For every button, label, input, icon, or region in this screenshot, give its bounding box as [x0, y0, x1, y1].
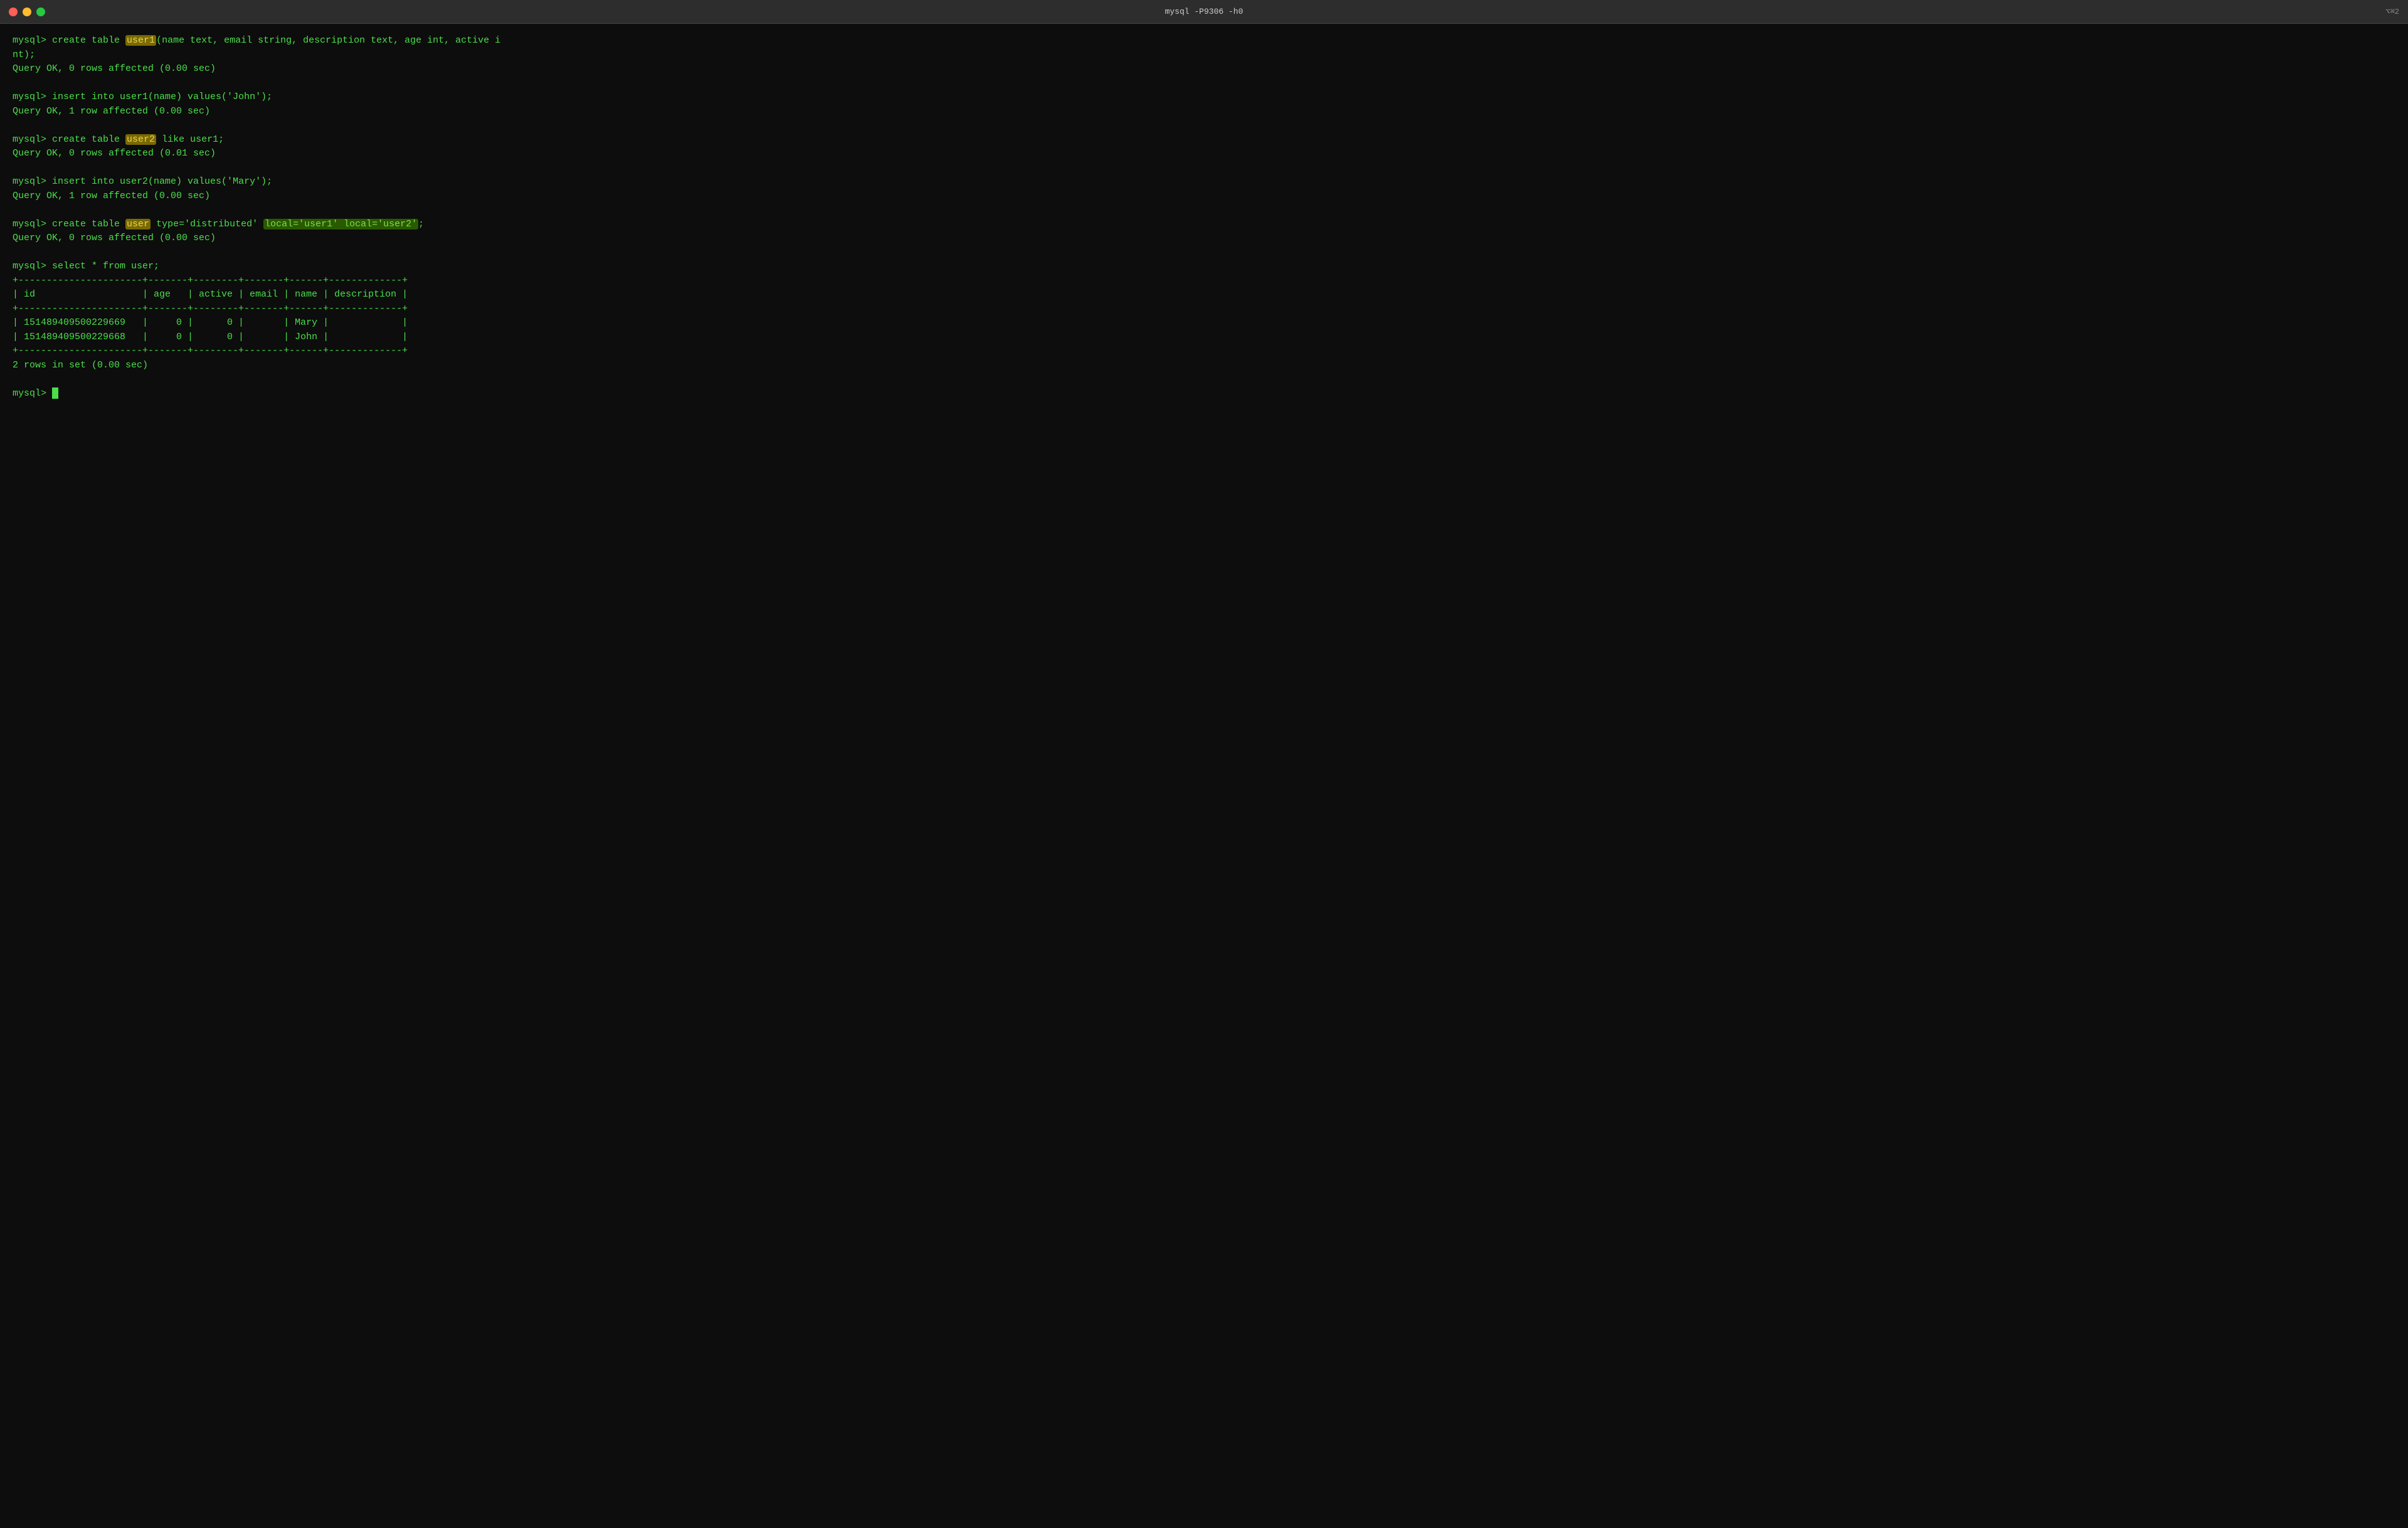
prompt: mysql>	[13, 134, 52, 145]
title-bar: mysql -P9306 -h0 ⌥⌘2	[0, 0, 2408, 24]
terminal-output: Query OK, 0 rows affected (0.01 sec)	[13, 147, 2395, 161]
terminal-line: mysql> insert into user1(name) values('J…	[13, 90, 2395, 105]
minimize-button[interactable]	[23, 8, 31, 16]
code-text: create table	[52, 219, 125, 229]
empty-line	[13, 161, 2395, 176]
empty-line	[13, 246, 2395, 260]
empty-line	[13, 119, 2395, 133]
code-text: select * from user;	[52, 261, 159, 271]
prompt: mysql>	[13, 219, 52, 229]
terminal-line: mysql> create table user type='distribut…	[13, 218, 2395, 232]
terminal-output: 2 rows in set (0.00 sec)	[13, 359, 2395, 373]
maximize-button[interactable]	[36, 8, 45, 16]
keyboard-shortcut: ⌥⌘2	[2385, 7, 2399, 16]
code-text: like user1;	[156, 134, 224, 145]
code-text: create table	[52, 35, 125, 46]
highlight-user2: user2	[125, 134, 156, 145]
terminal-body[interactable]: mysql> create table user1(name text, ema…	[0, 24, 2408, 1528]
code-text: (name text, email string, description te…	[156, 35, 500, 46]
prompt: mysql>	[13, 35, 52, 46]
code-text: insert into user1(name) values('John');	[52, 92, 272, 102]
window-controls	[9, 8, 45, 16]
terminal-output: Query OK, 1 row affected (0.00 sec)	[13, 105, 2395, 119]
code-text: ;	[418, 219, 424, 229]
empty-line	[13, 76, 2395, 91]
table-header-row: | id | age | active | email | name | des…	[13, 288, 2395, 302]
terminal-line: mysql> create table user1(name text, ema…	[13, 34, 2395, 48]
table-separator: +----------------------+-------+--------…	[13, 302, 2395, 317]
table-separator: +----------------------+-------+--------…	[13, 274, 2395, 288]
terminal-output: Query OK, 1 row affected (0.00 sec)	[13, 189, 2395, 204]
prompt: mysql>	[13, 388, 52, 399]
terminal-line: mysql> create table user2 like user1;	[13, 133, 2395, 147]
terminal-prompt-line: mysql>	[13, 387, 2395, 401]
prompt: mysql>	[13, 92, 52, 102]
highlight-user1: user1	[125, 35, 156, 46]
table-separator: +----------------------+-------+--------…	[13, 344, 2395, 359]
highlight-locals: local='user1' local='user2'	[263, 219, 418, 229]
empty-line	[13, 372, 2395, 387]
terminal-line: mysql> select * from user;	[13, 260, 2395, 274]
highlight-user: user	[125, 219, 150, 229]
prompt: mysql>	[13, 176, 52, 187]
terminal-cursor	[52, 387, 58, 399]
terminal-output: Query OK, 0 rows affected (0.00 sec)	[13, 231, 2395, 246]
code-text: insert into user2(name) values('Mary');	[52, 176, 272, 187]
code-text: type='distributed'	[150, 219, 263, 229]
prompt: mysql>	[13, 261, 52, 271]
code-text: create table	[52, 134, 125, 145]
terminal-line: nt);	[13, 48, 2395, 63]
window-title: mysql -P9306 -h0	[1165, 7, 1244, 16]
terminal-output: Query OK, 0 rows affected (0.00 sec)	[13, 62, 2395, 76]
terminal-line: mysql> insert into user2(name) values('M…	[13, 175, 2395, 189]
table-data-row: | 151489409500229669 | 0 | 0 | | Mary | …	[13, 316, 2395, 330]
empty-line	[13, 203, 2395, 218]
table-data-row: | 151489409500229668 | 0 | 0 | | John | …	[13, 330, 2395, 345]
close-button[interactable]	[9, 8, 18, 16]
